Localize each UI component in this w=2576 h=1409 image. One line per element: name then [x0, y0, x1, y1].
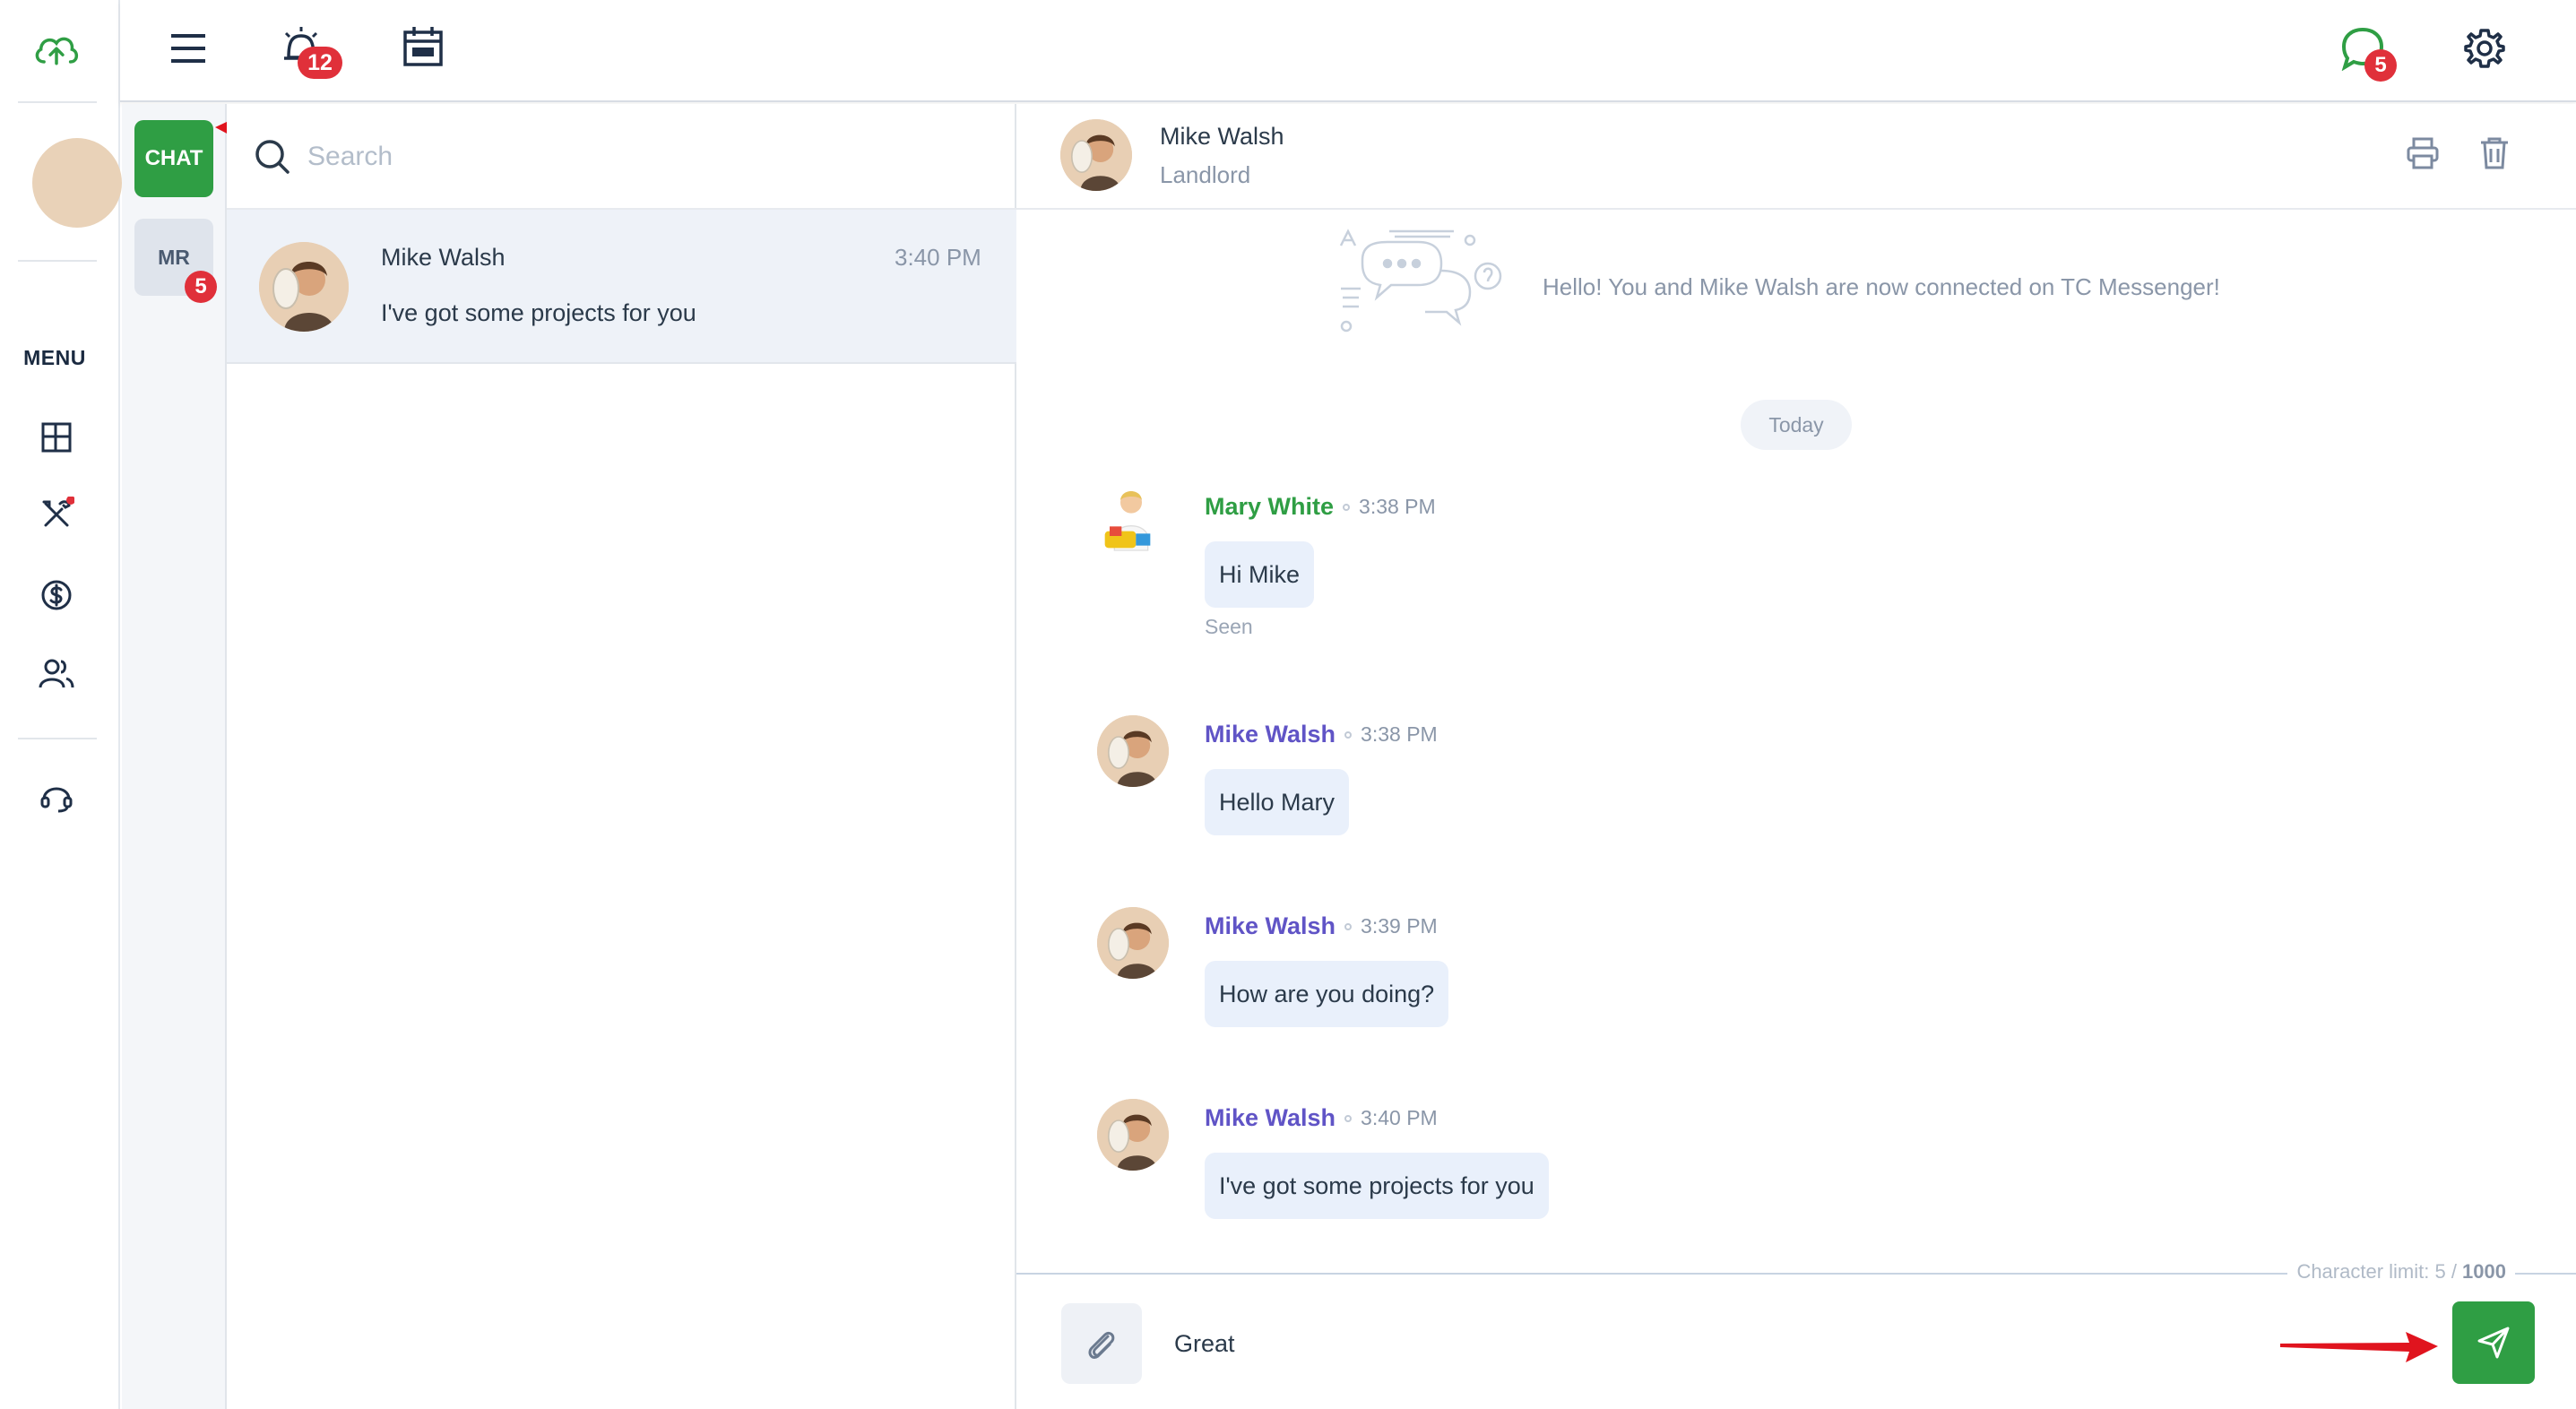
sender-avatar: [1097, 715, 1169, 787]
alarm-badge: 12: [298, 47, 342, 79]
search-icon: [254, 138, 293, 182]
tools-icon[interactable]: [33, 491, 80, 538]
message-bubble: Hi Mike: [1205, 541, 1315, 608]
trash-icon[interactable]: [2479, 136, 2510, 175]
message-meta: Mike Walsh 3:40 PM: [1205, 1104, 1438, 1132]
separator-dot: [1344, 730, 1353, 739]
connected-illustration: [1336, 226, 1506, 356]
message-time: 3:38 PM: [1359, 495, 1436, 518]
character-limit-label: Character limit: 5 /: [2296, 1260, 2463, 1283]
day-divider: Today: [1741, 400, 1852, 450]
mr-badge: 5: [185, 271, 217, 303]
top-bar: 12 5: [120, 0, 2576, 102]
sender-avatar: [1095, 486, 1167, 558]
dollar-icon[interactable]: [33, 572, 80, 618]
message-meta: Mike Walsh 3:39 PM: [1205, 912, 1438, 940]
seen-status: Seen: [1205, 615, 1253, 638]
send-button[interactable]: [2452, 1301, 2535, 1384]
message-bubble: How are you doing?: [1205, 961, 1449, 1027]
sender-name: Mike Walsh: [1205, 1104, 1336, 1131]
rooms-column: CHAT MR 5: [122, 104, 227, 1409]
message-time: 3:39 PM: [1361, 914, 1438, 938]
separator-dot: [1344, 1114, 1353, 1122]
print-icon[interactable]: [2406, 136, 2440, 175]
send-icon: [2477, 1327, 2510, 1359]
message-bubble: Hello Mary: [1205, 769, 1350, 835]
gear-icon[interactable]: [2459, 23, 2510, 73]
contact-name: Mike Walsh: [1160, 123, 1284, 150]
chat-header: [1016, 104, 2576, 210]
menu-label: MENU: [23, 346, 86, 369]
message-meta: Mary White 3:38 PM: [1205, 493, 1436, 521]
separator-dot: [1344, 922, 1353, 930]
hamburger-menu-icon[interactable]: [165, 25, 212, 72]
rail-divider: [18, 101, 97, 103]
search-bar: [227, 104, 1016, 210]
connected-message: Hello! You and Mike Walsh are now connec…: [1543, 273, 2220, 300]
sender-avatar: [1097, 907, 1169, 979]
separator-dot: [1343, 503, 1351, 511]
conversation-time: 3:40 PM: [895, 244, 981, 271]
rail-divider: [18, 260, 97, 262]
message-input[interactable]: [1174, 1321, 2250, 1366]
contact-role: Landlord: [1160, 161, 1251, 188]
users-icon[interactable]: [33, 651, 80, 697]
message-time: 3:38 PM: [1361, 722, 1438, 746]
sender-name: Mary White: [1205, 493, 1335, 520]
headset-icon[interactable]: [33, 773, 80, 819]
sender-avatar: [1097, 1099, 1169, 1171]
dashboard-icon[interactable]: [33, 414, 80, 461]
character-limit-max: 1000: [2462, 1260, 2506, 1283]
conversation-name: Mike Walsh: [381, 244, 506, 271]
chat-badge: 5: [2364, 49, 2397, 82]
sender-name: Mike Walsh: [1205, 721, 1336, 748]
calendar-icon[interactable]: [400, 22, 446, 72]
message-bubble: I've got some projects for you: [1205, 1153, 1549, 1219]
conversation-preview: I've got some projects for you: [381, 299, 696, 326]
sender-name: Mike Walsh: [1205, 912, 1336, 939]
contact-avatar: [1060, 119, 1132, 191]
message-time: 3:40 PM: [1361, 1106, 1438, 1129]
rail-divider: [18, 738, 97, 739]
annotation-arrow-send: [2280, 1332, 2438, 1362]
search-input[interactable]: [307, 134, 935, 179]
attach-button[interactable]: [1061, 1303, 1142, 1384]
conversation-avatar: [259, 242, 349, 332]
message-meta: Mike Walsh 3:38 PM: [1205, 721, 1438, 748]
cloud-upload-icon[interactable]: [33, 27, 80, 73]
paperclip-icon: [1088, 1331, 1115, 1359]
character-limit: Character limit: 5 / 1000: [2287, 1260, 2515, 1284]
chat-tab[interactable]: CHAT: [134, 120, 213, 197]
